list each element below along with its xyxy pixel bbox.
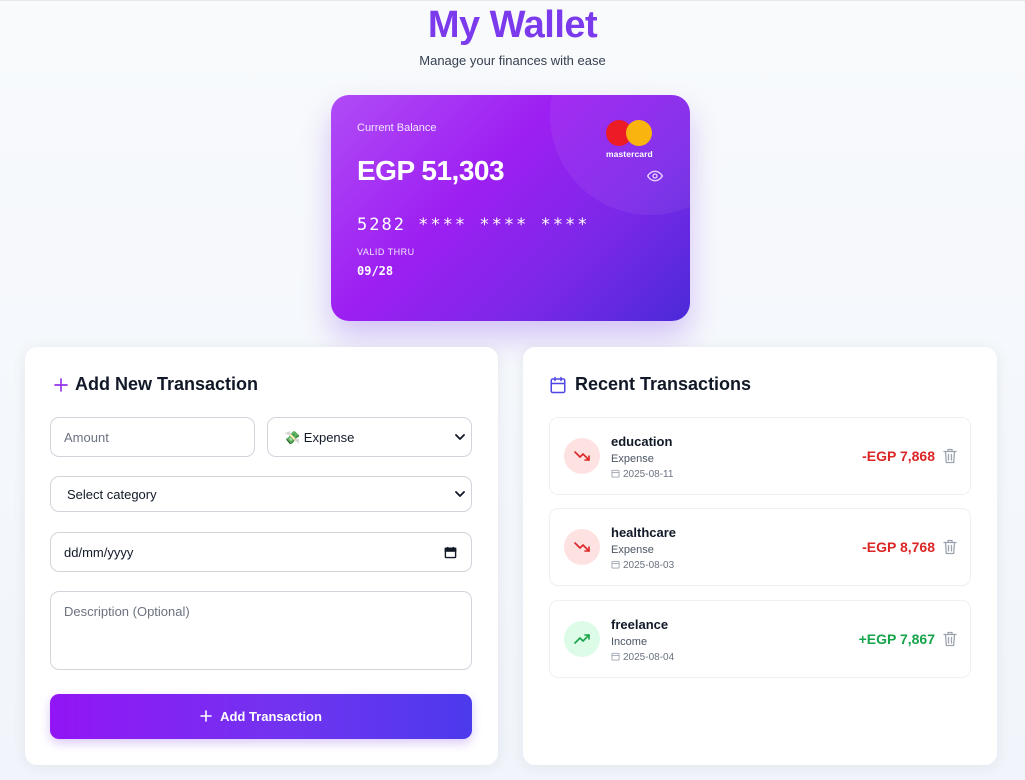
balance-card: Current Balance EGP 51,303 mastercard 52… — [331, 95, 690, 321]
plus-icon — [54, 378, 68, 392]
transaction-name: education — [611, 434, 673, 449]
valid-thru-label: VALID THRU — [357, 247, 415, 257]
description-placeholder: Description (Optional) — [64, 604, 190, 619]
category-select-value: Select category — [67, 487, 157, 502]
eye-icon[interactable] — [647, 168, 663, 184]
type-select[interactable]: 💸 Expense — [267, 417, 472, 457]
plus-icon — [200, 710, 212, 722]
amount-placeholder: Amount — [64, 430, 109, 445]
balance-amount: EGP 51,303 — [357, 155, 505, 186]
transaction-amount: -EGP 8,768 — [862, 539, 935, 555]
calendar-small-icon — [611, 560, 620, 569]
transaction-type: Expense — [611, 544, 654, 556]
trending-up-icon — [564, 621, 600, 657]
transaction-date: 2025-08-04 — [611, 652, 674, 663]
transaction-type: Expense — [611, 453, 654, 465]
transaction-date: 2025-08-11 — [611, 469, 673, 480]
add-transaction-panel: Add New Transaction Amount 💸 Expense Sel… — [25, 347, 498, 765]
trash-icon[interactable] — [943, 631, 957, 647]
page-subtitle: Manage your finances with ease — [419, 53, 606, 68]
trash-icon[interactable] — [943, 539, 957, 555]
trash-icon[interactable] — [943, 448, 957, 464]
transaction-date-text: 2025-08-04 — [623, 652, 675, 663]
date-input[interactable]: dd/mm/yyyy — [50, 532, 472, 572]
date-input-value: dd/mm/yyyy — [64, 545, 134, 560]
add-transaction-title: Add New Transaction — [75, 374, 259, 394]
calendar-small-icon — [611, 469, 620, 478]
recent-transactions-title: Recent Transactions — [575, 374, 752, 394]
valid-thru-value: 09/28 — [357, 264, 394, 278]
transaction-item: education Expense 2025-08-11 -EGP 7,868 — [549, 417, 971, 495]
transaction-date-text: 2025-08-03 — [623, 560, 675, 571]
transaction-amount: +EGP 7,867 — [858, 631, 935, 647]
page-title: My Wallet — [427, 4, 598, 46]
transaction-date: 2025-08-03 — [611, 560, 674, 571]
transaction-item: freelance Income 2025-08-04 +EGP 7,867 — [549, 600, 971, 678]
card-number: 5282 **** **** **** — [357, 215, 590, 235]
calendar-icon[interactable] — [444, 546, 457, 559]
mastercard-text: mastercard — [606, 149, 653, 159]
trending-down-icon — [564, 438, 600, 474]
description-textarea[interactable]: Description (Optional) — [50, 591, 472, 670]
transaction-name: freelance — [611, 617, 669, 632]
add-transaction-button-label: Add Transaction — [220, 709, 322, 724]
add-transaction-button[interactable]: Add Transaction — [50, 694, 472, 739]
transaction-name: healthcare — [611, 525, 677, 540]
transaction-amount: -EGP 7,868 — [862, 448, 935, 464]
calendar-small-icon — [611, 652, 620, 661]
amount-input[interactable]: Amount — [50, 417, 255, 457]
calendar-icon — [550, 376, 566, 394]
mastercard-yellow-circle — [626, 120, 652, 146]
transaction-date-text: 2025-08-11 — [623, 469, 674, 480]
transaction-type: Income — [611, 636, 648, 648]
balance-label: Current Balance — [357, 122, 437, 134]
page-header: My Wallet Manage your finances with ease — [0, 1, 1025, 68]
category-select[interactable]: Select category — [50, 476, 472, 512]
type-select-value: 💸 Expense — [284, 430, 355, 445]
recent-transactions-panel: Recent Transactions education Expense 20… — [523, 347, 997, 765]
mastercard-logo: mastercard — [605, 119, 665, 159]
transaction-item: healthcare Expense 2025-08-03 -EGP 8,768 — [549, 508, 971, 586]
chevron-down-icon — [455, 434, 465, 440]
trending-down-icon — [564, 529, 600, 565]
chevron-down-icon — [455, 491, 465, 497]
